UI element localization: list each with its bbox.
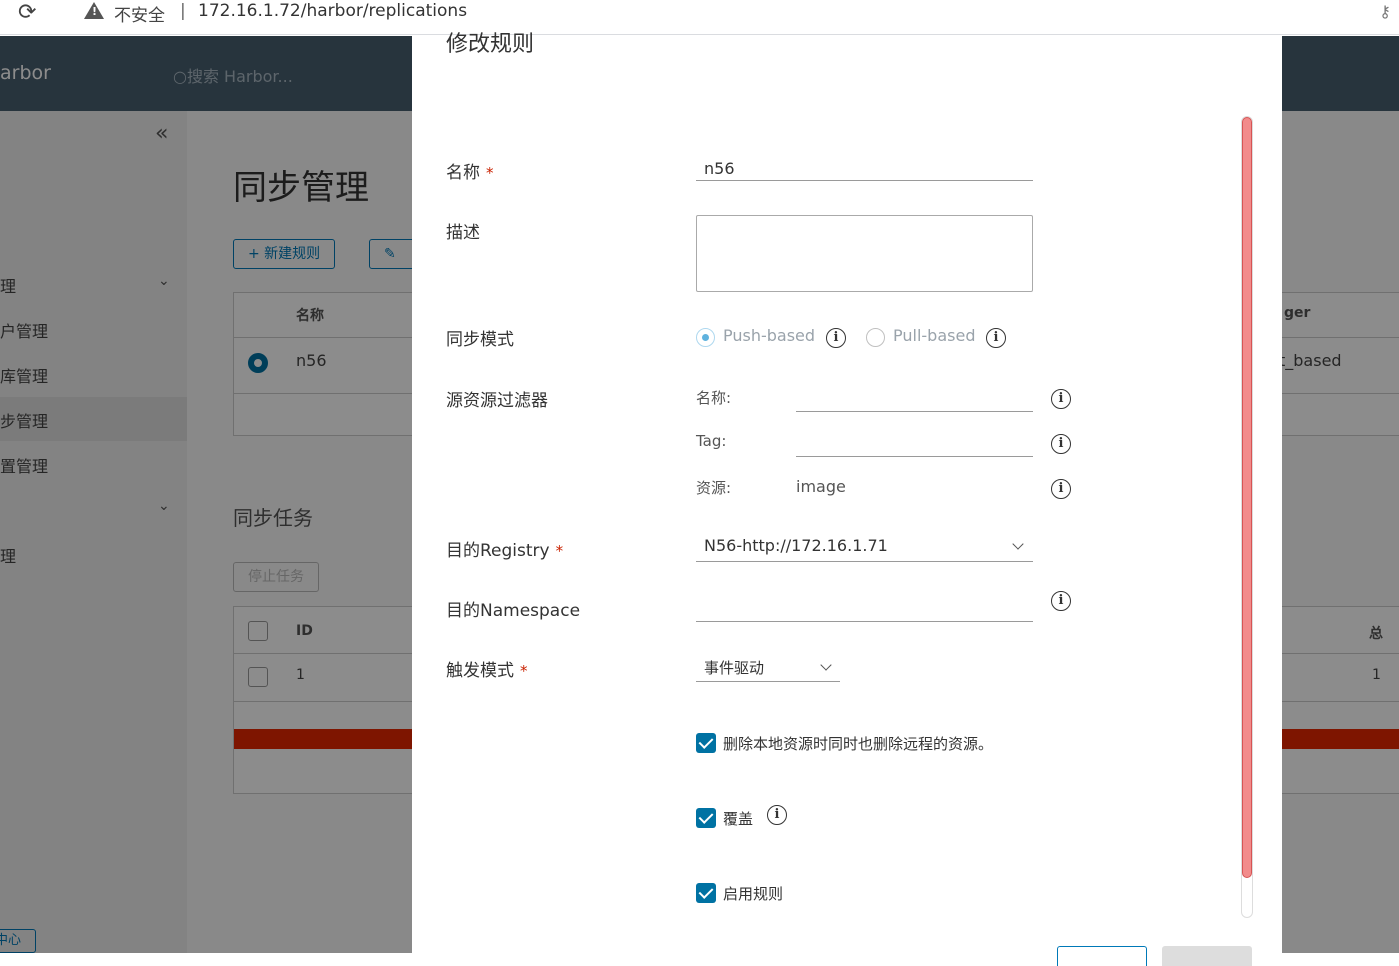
dest-namespace-input[interactable] bbox=[696, 598, 1033, 622]
dest-registry-label: 目的Registry * bbox=[446, 541, 564, 561]
pull-info-icon[interactable]: i bbox=[986, 328, 1006, 348]
filter-name-info-icon[interactable]: i bbox=[1051, 389, 1071, 409]
url-separator: | bbox=[180, 1, 186, 21]
dest-namespace-label: 目的Namespace bbox=[446, 601, 581, 621]
filter-name-label: 名称: bbox=[696, 389, 732, 407]
filter-resource-label: 资源: bbox=[696, 479, 732, 497]
dest-registry-select[interactable]: N56-http://172.16.1.71 bbox=[696, 534, 1033, 562]
url-field[interactable]: 172.16.1.72/harbor/replications bbox=[198, 1, 467, 21]
delete-remote-label[interactable]: 删除本地资源时同时也删除远程的资源。 bbox=[723, 733, 993, 754]
override-info-icon[interactable]: i bbox=[767, 805, 787, 825]
filter-tag-label: Tag: bbox=[696, 432, 727, 450]
filter-tag-input[interactable] bbox=[796, 433, 1033, 457]
pull-based-radio[interactable] bbox=[866, 328, 885, 347]
filter-tag-info-icon[interactable]: i bbox=[1051, 434, 1071, 454]
modal-title: 修改规则 bbox=[446, 32, 535, 57]
filter-resource-value: image bbox=[796, 477, 846, 496]
filter-name-input[interactable] bbox=[796, 388, 1033, 412]
delete-remote-checkbox[interactable] bbox=[696, 733, 716, 753]
security-status[interactable]: 不安全 bbox=[114, 1, 165, 26]
description-label: 描述 bbox=[446, 223, 480, 243]
name-input[interactable] bbox=[696, 157, 1033, 181]
key-icon[interactable]: ⚷ bbox=[1379, 2, 1391, 21]
push-based-radio[interactable] bbox=[696, 328, 715, 347]
pull-based-label[interactable]: Pull-based bbox=[893, 326, 975, 345]
name-label: 名称 * bbox=[446, 163, 494, 183]
enable-rule-label[interactable]: 启用规则 bbox=[723, 883, 783, 904]
source-filter-label: 源资源过滤器 bbox=[446, 391, 548, 411]
push-based-label[interactable]: Push-based bbox=[723, 326, 815, 345]
filter-resource-info-icon[interactable]: i bbox=[1051, 479, 1071, 499]
reload-icon[interactable]: ⟳ bbox=[18, 0, 36, 25]
override-checkbox[interactable] bbox=[696, 808, 716, 828]
warning-icon[interactable] bbox=[84, 2, 104, 19]
save-button[interactable] bbox=[1162, 946, 1252, 966]
required-mark: * bbox=[486, 164, 494, 182]
trigger-mode-label: 触发模式 * bbox=[446, 661, 528, 681]
push-info-icon[interactable]: i bbox=[826, 328, 846, 348]
override-label[interactable]: 覆盖 bbox=[723, 808, 753, 829]
trigger-mode-select[interactable]: 事件驱动 bbox=[696, 654, 840, 682]
chevron-down-icon bbox=[820, 659, 832, 671]
enable-rule-checkbox[interactable] bbox=[696, 883, 716, 903]
browser-address-bar: ⟳ 不安全 | 172.16.1.72/harbor/replications … bbox=[0, 0, 1399, 35]
required-mark: * bbox=[520, 662, 528, 680]
sync-mode-label: 同步模式 bbox=[446, 330, 514, 350]
description-textarea[interactable] bbox=[696, 215, 1033, 292]
chevron-down-icon bbox=[1012, 538, 1024, 550]
required-mark: * bbox=[555, 542, 564, 560]
cancel-button[interactable] bbox=[1057, 946, 1147, 966]
modal-scrollbar-thumb[interactable] bbox=[1242, 117, 1252, 878]
dest-registry-value: N56-http://172.16.1.71 bbox=[704, 536, 888, 555]
trigger-mode-value: 事件驱动 bbox=[704, 659, 765, 677]
namespace-info-icon[interactable]: i bbox=[1051, 591, 1071, 611]
edit-rule-modal: 修改规则 名称* 描述 同步模式 Push-based i Pull-based… bbox=[412, 32, 1282, 966]
